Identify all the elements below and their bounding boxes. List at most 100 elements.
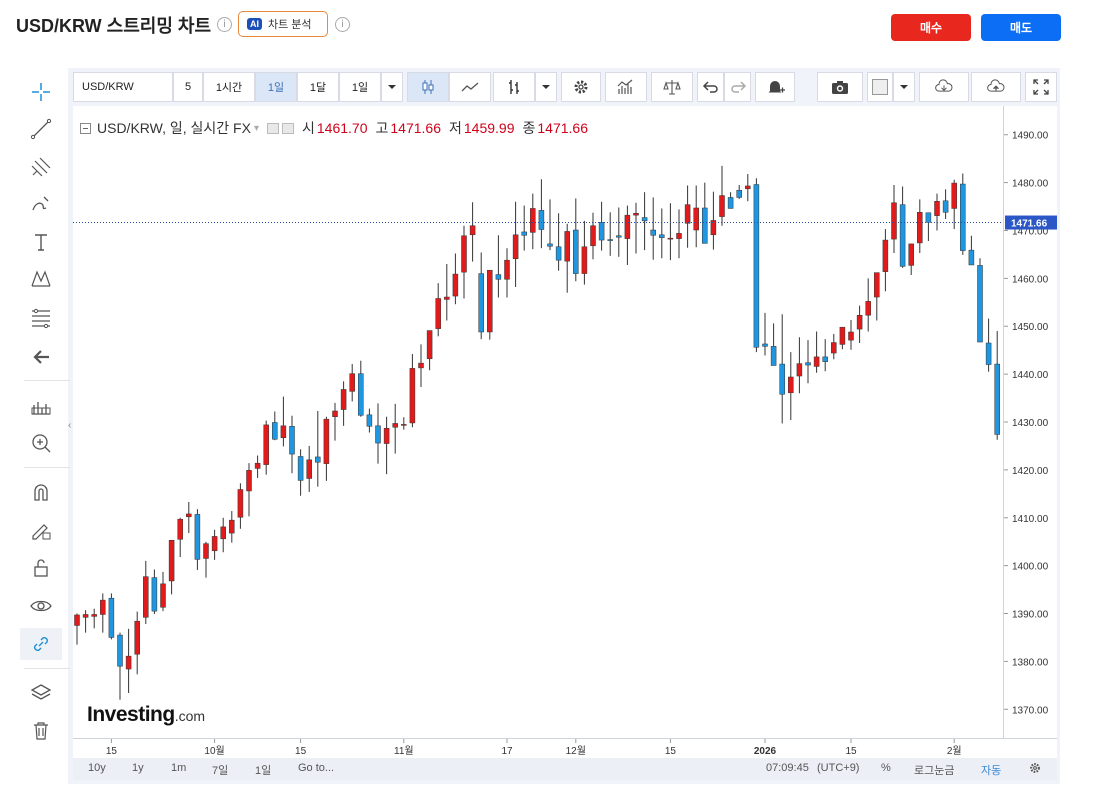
unlock-icon[interactable] [22, 552, 60, 584]
settings-button[interactable] [561, 72, 601, 102]
interval-1h[interactable]: 1시간 [203, 72, 255, 102]
buy-button[interactable]: 매수 [891, 14, 971, 41]
candle [315, 410, 321, 487]
legend-settings-icon[interactable] [266, 122, 279, 134]
undo-button[interactable] [697, 72, 724, 102]
chart-type-dropdown[interactable] [535, 72, 557, 102]
text-icon[interactable] [22, 226, 60, 258]
measure-icon[interactable] [22, 390, 60, 422]
candle [874, 272, 880, 321]
trend-line-icon[interactable] [22, 113, 60, 145]
percent-toggle[interactable]: % [881, 762, 891, 774]
link-icon[interactable] [20, 628, 62, 660]
goto-button[interactable]: Go to... [298, 762, 334, 774]
candle [745, 173, 751, 202]
candle [168, 540, 175, 595]
layers-icon[interactable] [22, 677, 60, 709]
candle [710, 191, 717, 250]
price-axis[interactable]: 1370.00 1380.00 1390.00 1400.00 1410.00 1420.… [1003, 106, 1057, 738]
candle-body [108, 597, 115, 638]
candle-body [272, 422, 278, 440]
candle-body [942, 200, 949, 213]
interval-1d[interactable]: 1일 [255, 72, 297, 102]
candle-body [487, 269, 493, 333]
brush-icon[interactable] [22, 188, 60, 220]
interval-1m[interactable]: 1달 [297, 72, 339, 102]
x-tick-label: 15 [295, 746, 307, 757]
candle-body [203, 543, 209, 559]
zoom-in-icon[interactable] [22, 427, 60, 459]
eye-icon[interactable] [22, 590, 60, 622]
redo-button[interactable] [724, 72, 751, 102]
indicators-button[interactable] [605, 72, 647, 102]
range-1y[interactable]: 1y [132, 762, 144, 774]
crosshair-icon[interactable] [22, 76, 60, 108]
candle-body [409, 368, 416, 424]
chart-toolbar: USD/KRW 5 1시간 1일 1달 1일 [73, 72, 1057, 103]
range-7d[interactable]: 7일 [212, 762, 228, 778]
candle [495, 235, 502, 298]
compare-button[interactable] [651, 72, 693, 102]
candle-body [315, 456, 321, 463]
line-chart-button[interactable] [449, 72, 491, 102]
bottom-settings-button[interactable] [1028, 761, 1042, 778]
sell-button[interactable]: 매도 [981, 14, 1061, 41]
candle [272, 411, 278, 441]
candle-body [891, 202, 897, 240]
candle-body [831, 342, 837, 354]
fullscreen-button[interactable] [1025, 72, 1057, 102]
candle-body [667, 237, 674, 240]
pitchfork-icon[interactable] [22, 151, 60, 183]
log-scale-toggle[interactable]: 로그눈금 [914, 762, 954, 778]
range-10y[interactable]: 10y [88, 762, 106, 774]
ai-analysis-button[interactable]: AI 차트 분석 [238, 11, 328, 37]
candle-body [822, 356, 828, 362]
candles-button[interactable] [407, 72, 449, 102]
chart-plot[interactable] [73, 106, 1003, 738]
fib-retracement-icon[interactable] [22, 302, 60, 334]
lock-drawing-icon[interactable] [22, 514, 60, 546]
timezone-button[interactable]: (UTC+9) [817, 762, 859, 774]
cloud-download-button[interactable] [919, 72, 969, 102]
candle-body [401, 424, 407, 426]
interval-day[interactable]: 1일 [339, 72, 381, 102]
bars-button[interactable] [493, 72, 535, 102]
info-icon[interactable]: i [335, 17, 350, 32]
high-label: 고 [375, 120, 389, 136]
collapse-legend-icon[interactable] [80, 122, 91, 134]
chevron-down-icon [542, 85, 550, 89]
candle [383, 416, 390, 475]
trash-icon[interactable] [22, 715, 60, 747]
back-arrow-icon[interactable] [22, 341, 60, 373]
candle [194, 509, 201, 570]
y-tick-label: 1370.00 [1012, 705, 1049, 716]
alert-button[interactable] [755, 72, 795, 102]
legend-dropdown-icon[interactable]: ▾ [254, 123, 259, 134]
magnet-icon[interactable] [22, 476, 60, 508]
range-1m[interactable]: 1m [171, 762, 186, 774]
time-axis[interactable]: 15 10월 15 11월 17 12월 15 2026 15 2월 [73, 738, 1057, 758]
interval-5m[interactable]: 5 [173, 72, 203, 102]
range-1d[interactable]: 1일 [255, 762, 271, 778]
line-chart-icon [461, 82, 479, 92]
candle [392, 403, 398, 454]
color-swatch-button[interactable] [867, 72, 893, 102]
legend-hide-icon[interactable] [281, 122, 294, 134]
candle-body [770, 346, 777, 366]
info-icon[interactable]: i [217, 17, 232, 32]
x-tick-label: 2026 [754, 746, 777, 757]
candle [117, 632, 123, 700]
swatch-dropdown[interactable] [893, 72, 915, 102]
pattern-icon[interactable] [22, 263, 60, 295]
candle [487, 269, 493, 340]
symbol-input[interactable]: USD/KRW [73, 72, 173, 102]
candle-body [340, 389, 347, 410]
candle-body [512, 234, 519, 259]
fullscreen-icon [1033, 79, 1049, 95]
screenshot-button[interactable] [817, 72, 863, 102]
candle-body [297, 456, 304, 481]
auto-scale-toggle[interactable]: 자동 [981, 762, 1001, 778]
cloud-upload-button[interactable] [971, 72, 1021, 102]
candle-body [91, 614, 97, 617]
interval-dropdown[interactable] [381, 72, 403, 102]
